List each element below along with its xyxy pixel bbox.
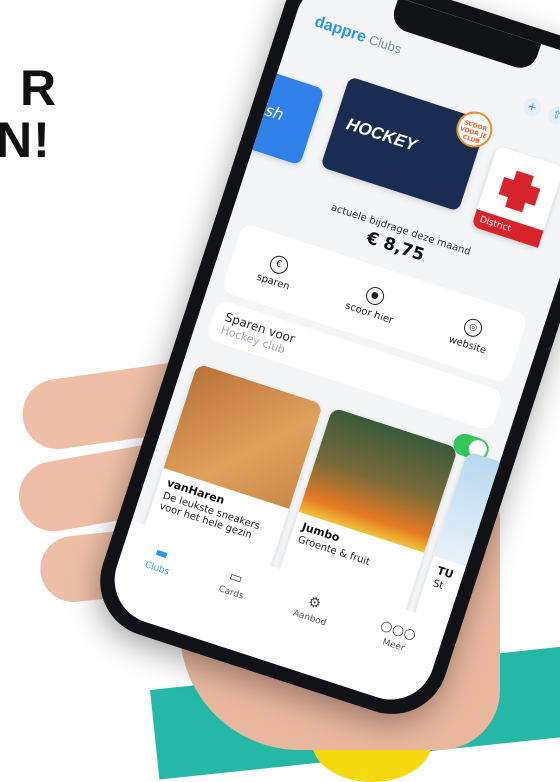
plus-icon[interactable]: +: [520, 95, 544, 119]
header-actions: + ⇧ …: [520, 95, 560, 135]
location-pin-icon: ●: [363, 284, 387, 307]
action-sparen[interactable]: € sparen: [255, 250, 298, 292]
club-card-left[interactable]: fish: [214, 61, 325, 166]
app-brand: dappre: [312, 13, 369, 47]
app-section: Clubs: [367, 32, 404, 57]
action-label: sparen: [255, 271, 292, 293]
headline-line-2: N!: [0, 112, 51, 168]
club-card-right-label: District: [471, 209, 544, 248]
action-scoor-hier[interactable]: ● scoor hier: [344, 279, 401, 326]
club-card-right[interactable]: District: [471, 145, 560, 248]
tab-clubs[interactable]: ▬ Clubs: [143, 542, 176, 577]
action-label: scoor hier: [343, 300, 395, 326]
club-card-title: HOCKEY: [344, 114, 420, 155]
club-card-left-label: fish: [252, 97, 287, 125]
tab-meer[interactable]: ○○○ Meer: [374, 617, 418, 656]
share-icon[interactable]: ⇧: [545, 103, 560, 127]
headline: R N!: [0, 62, 57, 166]
headline-line-1: R: [20, 60, 58, 116]
tab-cards[interactable]: ▭ Cards: [217, 566, 250, 602]
club-card-hockey[interactable]: HOCKEY SCOOR VOOR JE CLUB: [320, 76, 498, 212]
scoor-badge: SCOOR VOOR JE CLUB: [451, 106, 498, 153]
tab-aanbod[interactable]: ⚙ Aanbod: [292, 590, 334, 629]
euro-icon: €: [267, 252, 291, 276]
action-label: website: [447, 333, 488, 357]
action-website[interactable]: ◎ website: [447, 313, 494, 356]
compass-icon: ◎: [461, 315, 485, 339]
